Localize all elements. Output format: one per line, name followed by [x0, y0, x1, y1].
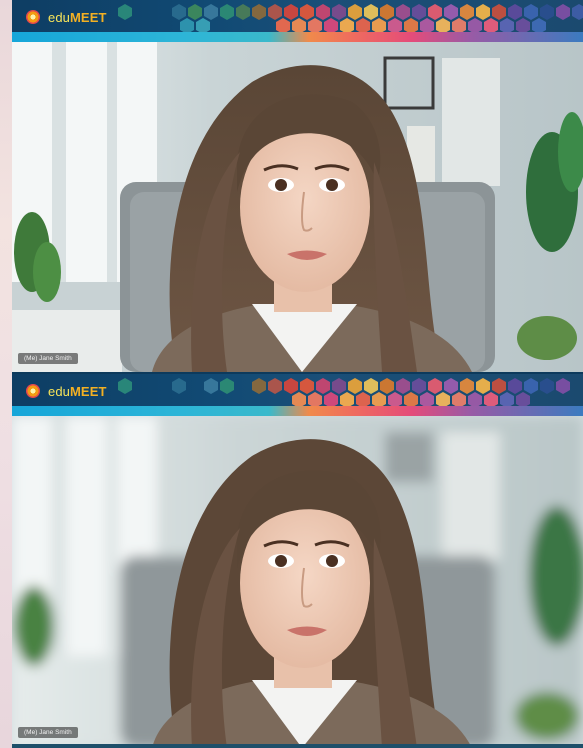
edumeet-logo: eduMEET	[26, 8, 107, 26]
participant-video: (Me) Jane Smith	[12, 416, 583, 748]
participant-video: (Me) Jane Smith	[12, 42, 583, 372]
left-margin	[0, 0, 12, 748]
video-tile-bottom[interactable]: eduMEET (Me) Jane Smith	[12, 374, 583, 748]
app-name: eduMEET	[48, 9, 107, 25]
video-tile-top[interactable]: eduMEET (Me) Jane Smith	[12, 0, 583, 372]
video-feed-blurred	[12, 416, 583, 748]
meeting-header: eduMEET	[12, 374, 583, 416]
video-feed	[12, 42, 583, 372]
participant-name-tag: (Me) Jane Smith	[18, 727, 78, 738]
app-name: eduMEET	[48, 383, 107, 399]
edumeet-logo: eduMEET	[26, 382, 107, 400]
header-stripe	[12, 32, 583, 42]
meeting-header: eduMEET	[12, 0, 583, 42]
edumeet-logo-icon	[26, 384, 40, 398]
edumeet-logo-icon	[26, 10, 40, 24]
participant-name-tag: (Me) Jane Smith	[18, 353, 78, 364]
video-bottom-bar	[12, 744, 583, 748]
header-stripe	[12, 406, 583, 416]
